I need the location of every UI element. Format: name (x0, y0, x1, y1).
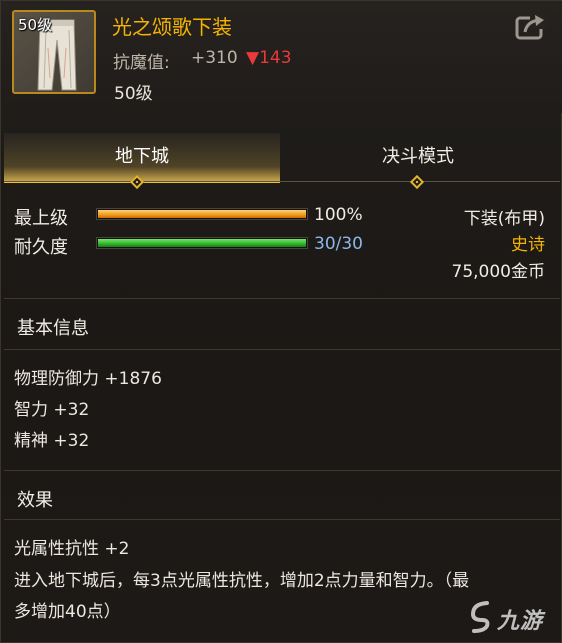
durability-bar-fill (98, 239, 306, 247)
item-name: 光之颂歌下装 (112, 15, 232, 39)
divider (4, 349, 560, 350)
basic-info-heading: 基本信息 (17, 318, 89, 339)
effects-heading: 效果 (17, 490, 53, 511)
jiuyou-logo-icon (470, 601, 490, 633)
tab-dungeon[interactable]: 地下城 (4, 133, 280, 183)
mode-tabs: 地下城 决斗模式 (1, 133, 562, 183)
thumbnail-level: 50级 (18, 16, 53, 34)
watermark: 九游 (467, 600, 549, 634)
divider (4, 298, 560, 299)
grade-bar-fill (98, 210, 306, 218)
watermark-text: 九游 (497, 609, 544, 634)
basic-stat-line: 物理防御力 +1876 (14, 369, 162, 389)
basic-stat-line: 精神 +32 (14, 431, 90, 451)
share-icon[interactable] (514, 13, 548, 41)
grade-value: 100% (314, 205, 363, 225)
basic-stat-line: 智力 +32 (14, 400, 90, 420)
durability-value: 30/30 (314, 234, 363, 254)
stat-diff-down: ▼143 (246, 48, 292, 68)
divider (4, 470, 560, 471)
item-slot: 下装(布甲) (463, 209, 545, 229)
effect-line: 多增加40点） (14, 602, 121, 622)
effect-line: 进入地下城后，每3点光属性抗性，增加2点力量和智力。（最 (14, 571, 470, 591)
item-price: 75,000金币 (451, 262, 545, 282)
item-thumbnail[interactable]: 50级 (12, 10, 96, 94)
item-header: 50级 光之颂歌下装 抗魔值: +310 ▼143 50级 (1, 1, 562, 113)
effect-line: 光属性抗性 +2 (14, 539, 130, 559)
item-level: 50级 (114, 84, 153, 104)
divider (4, 519, 560, 520)
grade-label: 最上级 (14, 208, 68, 229)
tab-divider (4, 181, 560, 182)
item-tooltip: 50级 光之颂歌下装 抗魔值: +310 ▼143 50级 地下城 决斗模式 最… (0, 0, 562, 643)
stat-label: 抗魔值: (113, 53, 170, 73)
durability-bar (96, 237, 308, 249)
durability-label: 耐久度 (14, 237, 68, 258)
stat-value: +310 (191, 48, 238, 68)
grade-bar (96, 208, 308, 220)
item-rarity: 史诗 (511, 235, 545, 255)
